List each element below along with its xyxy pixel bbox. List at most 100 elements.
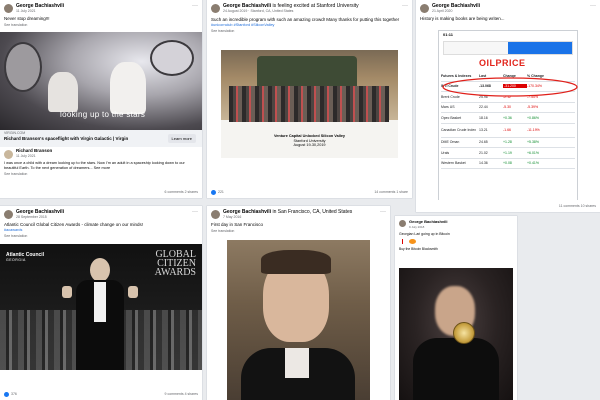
post-footer: 376 9 comments 4 shares bbox=[0, 388, 202, 400]
phone-status-bar: 01:11 bbox=[443, 32, 454, 37]
avatar[interactable] bbox=[4, 4, 13, 13]
post-date[interactable]: 28 September 2015 bbox=[16, 215, 64, 220]
post-stats[interactable]: 11 comments 10 shares bbox=[559, 204, 596, 208]
shared-post-date[interactable]: 11 July 2021 bbox=[16, 154, 52, 159]
post-stats[interactable]: 6 comments 2 shares bbox=[165, 190, 198, 194]
post-card-san-francisco: George Bachiashvili in San Francisco, CA… bbox=[207, 206, 390, 400]
shared-post: Richard Branson 11 July 2021 I was once … bbox=[4, 148, 198, 176]
see-translation-link[interactable]: See translation bbox=[4, 172, 198, 176]
ac-logo-sub: GEORGIA bbox=[6, 258, 26, 262]
post-footer: 6 comments 2 shares bbox=[0, 186, 202, 198]
table-row[interactable]: Opec Basket 18.16 +0.36 +0.86% bbox=[441, 113, 575, 124]
shared-post-text: I was once a child with a dream looking … bbox=[4, 161, 185, 170]
more-options-icon[interactable]: ··· bbox=[192, 3, 198, 9]
post-text: History is making books are being writen… bbox=[420, 16, 505, 21]
reaction-count: 221 bbox=[218, 190, 224, 194]
post-image[interactable] bbox=[227, 240, 370, 400]
cell-change: -5.30 bbox=[503, 105, 511, 110]
cell-change: +0.08 bbox=[503, 161, 512, 166]
post-header: George Bachiashvili is feeling excited a… bbox=[207, 0, 412, 14]
post-date[interactable]: 9 July 2018 bbox=[409, 225, 447, 230]
cell-change: -1.66 bbox=[503, 128, 511, 132]
avatar[interactable] bbox=[399, 220, 406, 227]
more-options-icon[interactable]: ··· bbox=[380, 209, 386, 215]
see-translation-link[interactable]: See translation bbox=[207, 28, 412, 34]
author-line: George Bachiashvili in San Francisco, CA… bbox=[223, 209, 352, 215]
post-header: George Bachiashvili 9 July 2018 bbox=[395, 216, 517, 230]
reactions[interactable]: 221 bbox=[211, 189, 224, 195]
post-stats[interactable]: 14 comments 1 share bbox=[374, 190, 408, 194]
post-header: George Bachiashvili 21 April 2020 ··· bbox=[416, 0, 600, 14]
cell-last: 24.65 bbox=[479, 140, 488, 145]
person-figure bbox=[62, 258, 138, 370]
post-subtext: Buy the Bitcoin Blocksmith bbox=[399, 247, 438, 251]
post-footer: 221 14 comments 1 share bbox=[207, 186, 412, 198]
cell-name: Opec Basket bbox=[441, 115, 462, 120]
post-card-stanford: George Bachiashvili is feeling excited a… bbox=[207, 0, 412, 198]
ac-logo: Atlantic Council GEORGIA bbox=[6, 252, 44, 262]
post-text: First day in San Francisco bbox=[211, 222, 264, 227]
post-text: Never stop dreaming!!! bbox=[4, 16, 50, 21]
like-icon bbox=[211, 189, 216, 195]
astronaut-figure bbox=[110, 62, 146, 114]
post-footer: 11 comments 10 shares bbox=[416, 200, 600, 212]
cell-last: 21.02 bbox=[479, 150, 488, 155]
more-options-icon[interactable]: ··· bbox=[590, 3, 596, 9]
flag-icon bbox=[399, 239, 406, 244]
see-translation-link[interactable]: See translation bbox=[0, 233, 202, 239]
like-icon bbox=[4, 391, 9, 397]
post-date[interactable]: 21 April 2020 bbox=[432, 9, 480, 14]
table-row[interactable]: Western Basket 14.36 +0.08 +0.41% bbox=[441, 159, 575, 169]
window-shape bbox=[150, 40, 194, 76]
flag-icon bbox=[409, 239, 416, 244]
cell-name: Urals bbox=[441, 150, 450, 155]
post-header: George Bachiashvili 28 September 2015 ··… bbox=[0, 206, 202, 220]
avatar[interactable] bbox=[420, 4, 429, 13]
post-header: George Bachiashvili in San Francisco, CA… bbox=[207, 206, 390, 220]
reactions[interactable]: 376 bbox=[4, 391, 17, 397]
hair-shape bbox=[261, 250, 331, 274]
link-preview[interactable]: VIRGIN.COM Richard Branson's spaceflight… bbox=[0, 130, 202, 147]
avatar[interactable] bbox=[4, 210, 13, 219]
post-date[interactable]: 24 August 2019 · Stanford, CA, United St… bbox=[223, 9, 359, 14]
cell-pct-change: +0.41% bbox=[527, 161, 539, 166]
shared-avatar[interactable] bbox=[4, 149, 13, 159]
shared-post-header: Richard Branson 11 July 2021 bbox=[4, 148, 198, 159]
cell-name: Western Basket bbox=[441, 161, 466, 166]
bitcoin-coin-icon bbox=[453, 322, 475, 344]
post-card-atlantic-council: George Bachiashvili 28 September 2015 ··… bbox=[0, 206, 202, 400]
ad-banner bbox=[443, 41, 573, 55]
cell-pct-change: +0.86% bbox=[527, 115, 539, 120]
avatar[interactable] bbox=[211, 210, 220, 219]
table-row[interactable]: Urals 21.02 +1.19 +6.01% bbox=[441, 148, 575, 159]
image-caption: Venture Capital Unlocked Silicon Valley … bbox=[221, 134, 398, 148]
group-photo bbox=[229, 86, 389, 122]
post-header: George Bachiashvili 11 July 2021 ··· bbox=[0, 0, 202, 14]
window-shape bbox=[4, 42, 42, 92]
post-image[interactable] bbox=[399, 268, 513, 400]
learn-more-button[interactable]: Learn more bbox=[167, 134, 196, 143]
cell-pct-change: +6.01% bbox=[527, 150, 539, 155]
post-date[interactable]: 7 May 2016 bbox=[223, 215, 352, 220]
more-options-icon[interactable]: ··· bbox=[402, 3, 408, 9]
cell-last: 13.21 bbox=[479, 128, 488, 132]
award-title: GLOBAL CITIZEN AWARDS bbox=[155, 250, 196, 278]
see-translation-link[interactable]: See translation bbox=[207, 228, 390, 234]
table-row[interactable]: DME Oman 24.65 +1.28 +5.38% bbox=[441, 138, 575, 148]
post-image[interactable]: looking up to the stars bbox=[0, 32, 202, 130]
post-text: Atlantic Council Global Citizen Awards -… bbox=[4, 222, 143, 227]
avatar[interactable] bbox=[211, 4, 220, 13]
cell-pct-change: -11.19% bbox=[527, 128, 540, 132]
author-location: in San Francisco, CA, United States bbox=[272, 209, 353, 215]
table-row[interactable]: Mars US 22.44 -5.30 -5.39% bbox=[441, 103, 575, 113]
post-card-branson: George Bachiashvili 11 July 2021 ··· Nev… bbox=[0, 0, 202, 198]
more-options-icon[interactable]: ··· bbox=[192, 209, 198, 215]
post-image[interactable]: Venture Capital Unlocked Silicon Valley … bbox=[221, 50, 398, 158]
flag-row bbox=[395, 238, 517, 245]
table-row[interactable]: Canadian Crude Index 13.21 -1.66 -11.19% bbox=[441, 124, 575, 138]
post-image[interactable]: Atlantic Council GEORGIA GLOBAL CITIZEN … bbox=[0, 244, 202, 370]
post-date[interactable]: 11 July 2021 bbox=[16, 9, 64, 14]
see-translation-link[interactable]: See translation bbox=[0, 22, 202, 28]
post-stats[interactable]: 9 comments 4 shares bbox=[165, 392, 198, 396]
cell-name: DME Oman bbox=[441, 140, 460, 145]
